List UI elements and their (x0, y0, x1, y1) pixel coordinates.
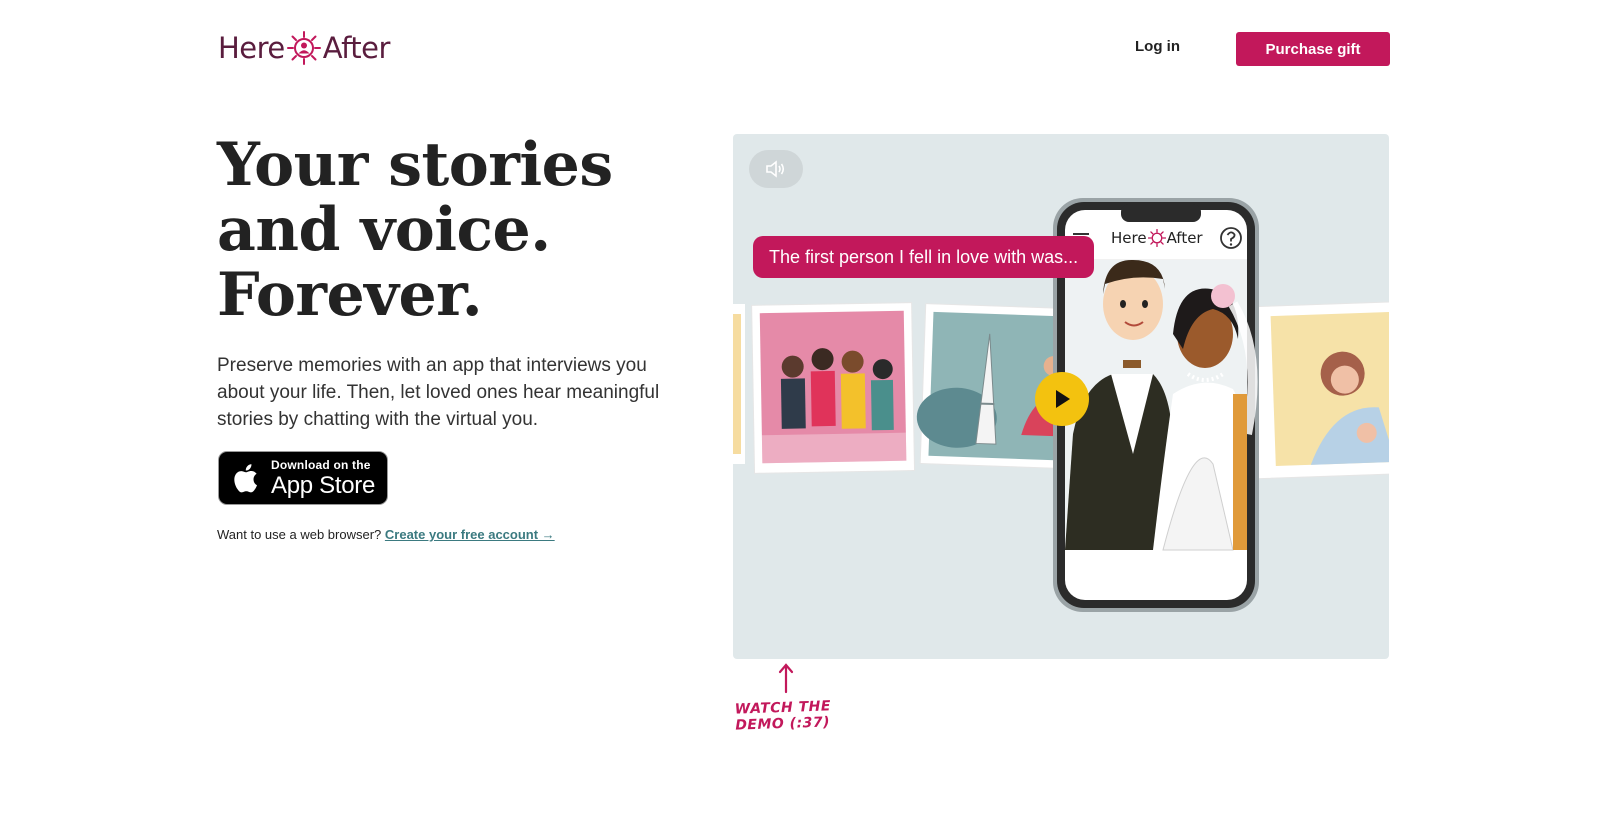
web-prompt-text: Want to use a web browser? (217, 527, 382, 542)
app-store-small-label: Download on the (271, 457, 371, 472)
phone-logo-right: After (1166, 229, 1203, 247)
arrow-up-icon (778, 663, 794, 694)
brand-logo[interactable]: Here After (218, 28, 390, 68)
web-browser-prompt: Want to use a web browser? Create your f… (217, 527, 555, 542)
speech-bubble: The first person I fell in love with was… (753, 236, 1095, 278)
sun-person-icon (286, 31, 321, 65)
apple-icon (234, 464, 257, 493)
mute-button[interactable] (749, 150, 803, 188)
brand-name-left: Here (218, 31, 285, 65)
app-store-big-label: App Store (271, 471, 376, 499)
play-icon (1056, 390, 1070, 408)
photo-card-mother (1239, 300, 1389, 480)
speaker-icon (766, 160, 785, 178)
login-link[interactable]: Log in (1135, 38, 1180, 55)
hero-description: Preserve memories with an app that inter… (217, 355, 660, 430)
app-store-label: Download on the App Store (271, 459, 375, 498)
brand-name-right: After (322, 31, 391, 65)
watch-demo-note: WATCH THE DEMO (:37) (734, 698, 831, 733)
photo-card-party (751, 302, 916, 474)
play-button[interactable] (1035, 372, 1089, 426)
site-header: Here After Log in Purchase gift (0, 0, 1600, 100)
hero-title-line: and voice. (217, 195, 551, 265)
create-account-link[interactable]: Create your free account → (385, 527, 555, 542)
hero-title: Your stories and voice. Forever. (217, 133, 697, 328)
app-store-button[interactable]: Download on the App Store (218, 451, 388, 505)
watch-demo-line2: DEMO (:37) (735, 714, 831, 734)
hero-title-line: Your stories (217, 130, 613, 200)
photo-card-partial-left (733, 304, 745, 464)
demo-video[interactable]: The first person I fell in love with was… (733, 134, 1389, 659)
phone-app-logo: Here After (1111, 229, 1203, 247)
sun-person-icon (1147, 229, 1166, 247)
purchase-gift-button[interactable]: Purchase gift (1236, 32, 1390, 66)
phone-logo-left: Here (1111, 229, 1147, 247)
hero-title-line: Forever. (217, 260, 483, 330)
